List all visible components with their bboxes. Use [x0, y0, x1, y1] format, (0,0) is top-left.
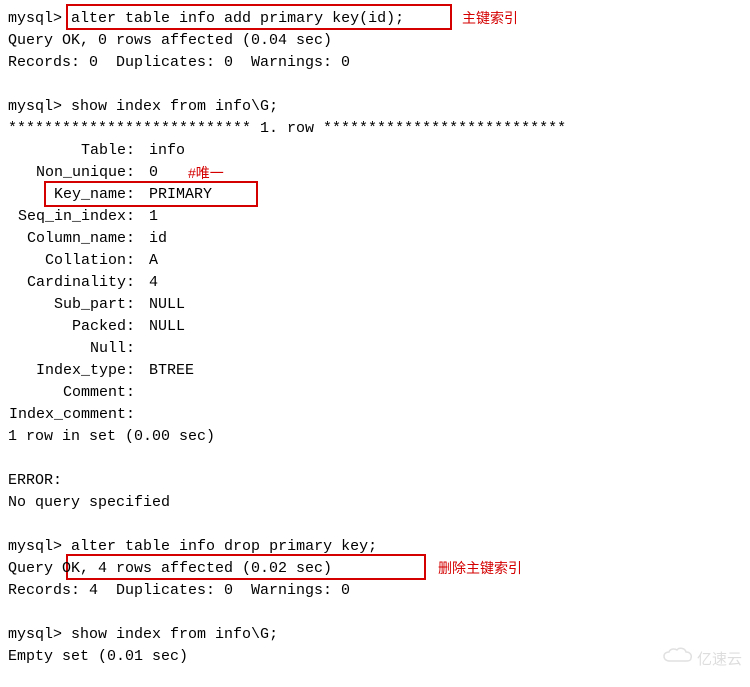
index-field-value: 1 [140, 206, 158, 228]
line-show-index-2: mysql> show index from info\G; [8, 624, 742, 646]
index-field-label: Non_unique [8, 162, 126, 184]
cmd-show-index-2: show index from info\G; [71, 626, 278, 643]
error-header: ERROR: [8, 470, 742, 492]
error-msg: No query specified [8, 492, 742, 514]
line-drop-rec: Records: 4 Duplicates: 0 Warnings: 0 [8, 580, 742, 602]
index-field-value: NULL [140, 316, 185, 338]
index-row-collation: Collation: A [8, 250, 742, 272]
index-field-value: 0 [140, 162, 158, 184]
index-field-value: info [140, 140, 185, 162]
index-field-value [140, 382, 149, 404]
watermark-text: 亿速云 [697, 649, 742, 671]
index-field-value: 4 [140, 272, 158, 294]
index-field-value: PRIMARY [140, 184, 212, 206]
colon: : [126, 162, 140, 184]
line-drop-ok: Query OK, 4 rows affected (0.02 sec) [8, 558, 742, 580]
colon: : [126, 294, 140, 316]
prompt: mysql> [8, 98, 62, 115]
colon: : [126, 272, 140, 294]
annotation-unique: #唯一 [188, 162, 224, 184]
line-add-rec: Records: 0 Duplicates: 0 Warnings: 0 [8, 52, 742, 74]
blank-4 [8, 602, 742, 624]
colon: : [126, 206, 140, 228]
colon: : [126, 140, 140, 162]
index-row-seq_in_index: Seq_in_index: 1 [8, 206, 742, 228]
colon: : [126, 250, 140, 272]
cloud-icon [663, 647, 693, 672]
index-row-non_unique: Non_unique: 0 [8, 162, 742, 184]
colon: : [126, 404, 140, 426]
prompt: mysql> [8, 626, 62, 643]
index-field-value: BTREE [140, 360, 194, 382]
line-alter-drop: mysql> alter table info drop primary key… [8, 536, 742, 558]
index-field-value: A [140, 250, 158, 272]
index-field-label: Cardinality [8, 272, 126, 294]
cmd-alter-add: alter table info add primary key(id); [71, 10, 404, 27]
index-row-null: Null: [8, 338, 742, 360]
index-field-label: Column_name [8, 228, 126, 250]
index-row-table: Table: info [8, 140, 742, 162]
line-show-index-1: mysql> show index from info\G; [8, 96, 742, 118]
index-field-label: Table [8, 140, 126, 162]
index-field-value: NULL [140, 294, 185, 316]
index-field-value: id [140, 228, 167, 250]
index-row-cardinality: Cardinality: 4 [8, 272, 742, 294]
index-field-value [140, 338, 149, 360]
row-divider: *************************** 1. row *****… [8, 118, 742, 140]
index-row-index_comment: Index_comment: [8, 404, 742, 426]
index-field-label: Collation [8, 250, 126, 272]
cmd-show-index-1: show index from info\G; [71, 98, 278, 115]
empty-set: Empty set (0.01 sec) [8, 646, 742, 668]
watermark: 亿速云 [663, 647, 742, 672]
index-field-label: Packed [8, 316, 126, 338]
index-row-column_name: Column_name: id [8, 228, 742, 250]
index-field-label: Null [8, 338, 126, 360]
line-alter-add: mysql> alter table info add primary key(… [8, 8, 742, 30]
blank-1 [8, 74, 742, 96]
index-field-label: Seq_in_index [8, 206, 126, 228]
blank-3 [8, 514, 742, 536]
index-field-value [140, 404, 149, 426]
index-field-label: Sub_part [8, 294, 126, 316]
colon: : [126, 360, 140, 382]
row-in-set: 1 row in set (0.00 sec) [8, 426, 742, 448]
index-field-label: Index_type [8, 360, 126, 382]
colon: : [126, 316, 140, 338]
index-row-key_name: Key_name: PRIMARY [8, 184, 742, 206]
colon: : [126, 228, 140, 250]
line-add-ok: Query OK, 0 rows affected (0.04 sec) [8, 30, 742, 52]
cmd-alter-drop: alter table info drop primary key; [71, 538, 377, 555]
index-row-packed: Packed: NULL [8, 316, 742, 338]
index-row-sub_part: Sub_part: NULL [8, 294, 742, 316]
index-field-label: Index_comment [8, 404, 126, 426]
annotation-primary-index: 主键索引 [462, 7, 518, 29]
prompt: mysql> [8, 10, 62, 27]
index-row-index_type: Index_type: BTREE [8, 360, 742, 382]
blank-2 [8, 448, 742, 470]
prompt: mysql> [8, 538, 62, 555]
colon: : [126, 338, 140, 360]
index-row-comment: Comment: [8, 382, 742, 404]
index-field-label: Key_name [8, 184, 126, 206]
colon: : [126, 382, 140, 404]
index-field-label: Comment [8, 382, 126, 404]
colon: : [126, 184, 140, 206]
